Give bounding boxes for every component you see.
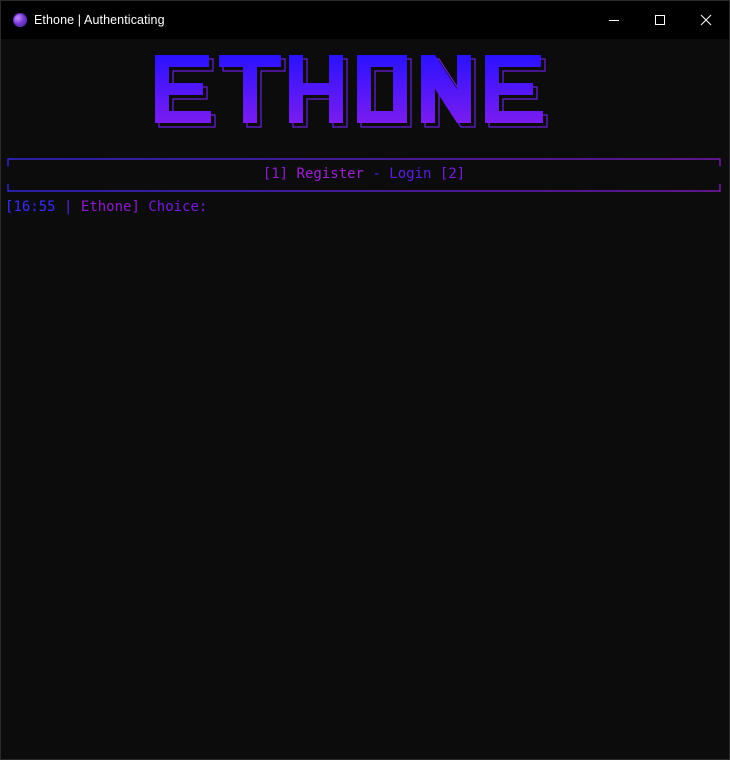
window-controls [591,1,729,39]
menu-box: [1] Register - Login [2] [7,158,721,192]
app-window: Ethone | Authenticating [1] Register - L… [0,0,730,760]
prompt-label: Choice: [148,199,208,215]
prompt-time: 16:55 [13,199,56,215]
console-area[interactable]: [1] Register - Login [2] [16:55 | Ethone… [1,39,729,759]
minimize-button[interactable] [591,1,637,39]
prompt-divider: | [55,199,81,215]
prompt-close-bracket: ] [131,199,140,215]
ethone-logo-icon [13,13,27,27]
minimize-icon [609,20,619,21]
title-bar[interactable]: Ethone | Authenticating [1,1,729,39]
login-option: Login [389,166,432,182]
menu-options: [1] Register - Login [2] [7,166,721,182]
login-key: [2] [439,166,466,182]
choice-prompt[interactable]: [16:55 | Ethone] Choice: [5,199,207,215]
maximize-icon [655,15,665,25]
register-key: [1] [262,166,289,182]
prompt-brand: Ethone [80,199,132,215]
window-title: Ethone | Authenticating [34,13,165,27]
ethone-ascii-banner [155,55,548,128]
close-button[interactable] [683,1,729,39]
register-option: Register [296,166,364,182]
menu-separator: - [372,166,381,182]
close-icon [700,14,712,26]
maximize-button[interactable] [637,1,683,39]
